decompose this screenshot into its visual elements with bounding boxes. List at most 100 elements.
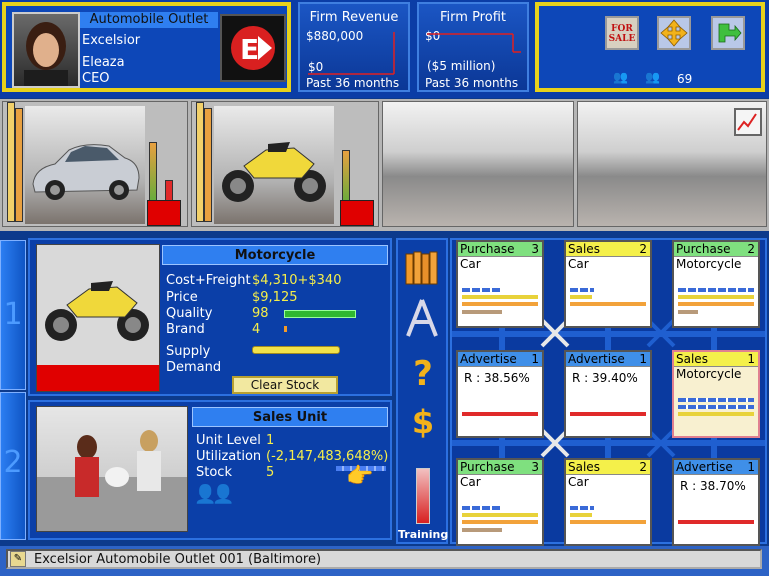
slot-status-red [147,200,181,226]
card-title-bar: Sales 2 [566,242,650,257]
for-sale-sign: FOR SALE [608,24,636,44]
demand-label: Demand [166,360,222,375]
card-bar [462,528,502,532]
grid-card-sales-car-2[interactable]: Sales 2 Car [564,458,652,546]
help-button[interactable]: ? [408,354,438,394]
profit-panel[interactable]: Firm Profit $0 ($5 million) Past 36 mont… [417,2,529,92]
card-title-bar: Advertise 1 [458,352,542,367]
card-subtitle: Car [568,257,589,271]
grid-card-advertise-2[interactable]: Advertise 1 R : 39.40% [564,350,652,438]
card-number: 2 [747,242,755,256]
ceo-title: CEO [82,71,110,86]
card-subtitle: Car [460,257,481,271]
grid-card-advertise-3[interactable]: Advertise 1 R : 38.70% [672,458,760,546]
side-tab-2-label: 2 [3,445,23,480]
quality-bar [284,310,356,318]
card-bar [462,513,538,517]
card-title-bar: Sales 2 [566,460,650,475]
firm-info-panel: Automobile Outlet Excelsior Eleaza CEO E [2,2,291,92]
card-number: 3 [531,460,539,474]
product-panel: Motorcycle Cost+Freight $4,310+$340 Pric… [28,238,392,396]
card-bar [678,310,698,314]
card-title-bar: Purchase 3 [458,460,542,475]
revenue-panel[interactable]: Firm Revenue $880,000 $0 Past 36 months [298,2,410,92]
edit-icon[interactable]: ✎ [10,551,26,567]
card-number: 2 [639,242,647,256]
utilization-value: (-2,147,483,648%) [266,449,389,464]
revenue-title: Firm Revenue [309,10,399,25]
unit-slot-car[interactable] [2,101,188,227]
revenue-period: Past 36 months [306,76,400,90]
expand-button[interactable] [711,16,745,50]
motorcycle-image [214,106,334,224]
company-logo[interactable]: E [220,14,286,82]
card-subtitle: R : 38.70% [680,479,746,493]
profit-sparkline [427,33,521,53]
for-sale-button[interactable]: FOR SALE [605,16,639,50]
side-tab-1[interactable]: 1 [0,240,26,390]
tool-column: ? $ Training [396,238,448,544]
grid-card-advertise-1[interactable]: Advertise 1 R : 38.56% [456,350,544,438]
status-text: Excelsior Automobile Outlet 001 (Baltimo… [34,552,322,567]
top-bar: Automobile Outlet Excelsior Eleaza CEO E… [0,0,769,98]
slot-status-red [340,200,374,226]
price-label: Price [166,290,198,305]
unit-slot-empty[interactable] [382,101,574,227]
grid-card-purchase-car-2[interactable]: Purchase 3 Car [456,458,544,546]
card-bar [570,506,594,510]
line-chart-icon [737,113,757,131]
profit-title: Firm Profit [440,10,506,25]
people-icon-2: 👥 [645,70,660,84]
unit-level-value: 1 [266,433,275,448]
card-number: 1 [531,352,539,366]
slot-bar [204,108,212,222]
card-bar [570,513,592,517]
ceo-name: Eleaza [82,55,125,70]
training-button[interactable]: Training [398,528,448,541]
grid-card-purchase-car[interactable]: Purchase 3 Car [456,240,544,328]
actions-panel: FOR SALE 👥 👥 69 [535,2,765,92]
ceo-portrait [12,12,80,88]
unit-grid: Purchase 3 Car Sales 2 Car Purchase 2 Motor… [450,238,767,546]
unit-slot-motorcycle[interactable] [191,101,379,227]
books-icon [405,251,438,285]
car-image [25,106,145,224]
card-title: Sales [568,460,600,474]
cost-label: Cost+Freight [166,273,251,288]
card-bar [678,288,754,292]
card-bar [570,412,646,416]
status-field: ✎ Excelsior Automobile Outlet 001 (Balti… [6,549,762,569]
card-bar [462,310,502,314]
card-number: 1 [639,352,647,366]
card-subtitle: R : 38.56% [464,371,530,385]
card-bar [570,520,646,524]
card-bar [462,506,502,510]
card-subtitle: R : 39.40% [572,371,638,385]
people-count: 69 [677,72,693,86]
product-status-red [37,365,159,391]
card-subtitle: Car [460,475,481,489]
structure-button[interactable] [404,298,440,338]
grid-card-sales-motorcycle[interactable]: Sales 1 Motorcycle [672,350,760,438]
unit-slot-empty[interactable] [577,101,767,227]
brand-bar [284,326,287,332]
svg-text:E: E [240,33,259,66]
finance-button[interactable]: $ [408,402,438,442]
side-tab-2[interactable]: 2 [0,392,26,540]
cost-value: $4,310+$340 [252,273,342,288]
grid-card-sales-car[interactable]: Sales 2 Car [564,240,652,328]
training-gauge [416,468,430,524]
clear-stock-button[interactable]: Clear Stock [232,376,338,394]
move-button[interactable] [657,16,691,50]
card-subtitle: Motorcycle [676,367,742,381]
product-image[interactable] [36,244,160,392]
card-title-bar: Purchase 2 [674,242,758,257]
chart-button[interactable] [734,108,762,136]
staff-icon: 👤👤 [194,484,235,505]
status-bar: ✎ Excelsior Automobile Outlet 001 (Balti… [0,546,769,576]
quality-value: 98 [252,306,269,321]
library-button[interactable] [404,248,440,286]
grid-card-purchase-motorcycle[interactable]: Purchase 2 Motorcycle [672,240,760,328]
card-subtitle: Motorcycle [676,257,742,271]
sales-unit-image[interactable] [36,406,188,532]
